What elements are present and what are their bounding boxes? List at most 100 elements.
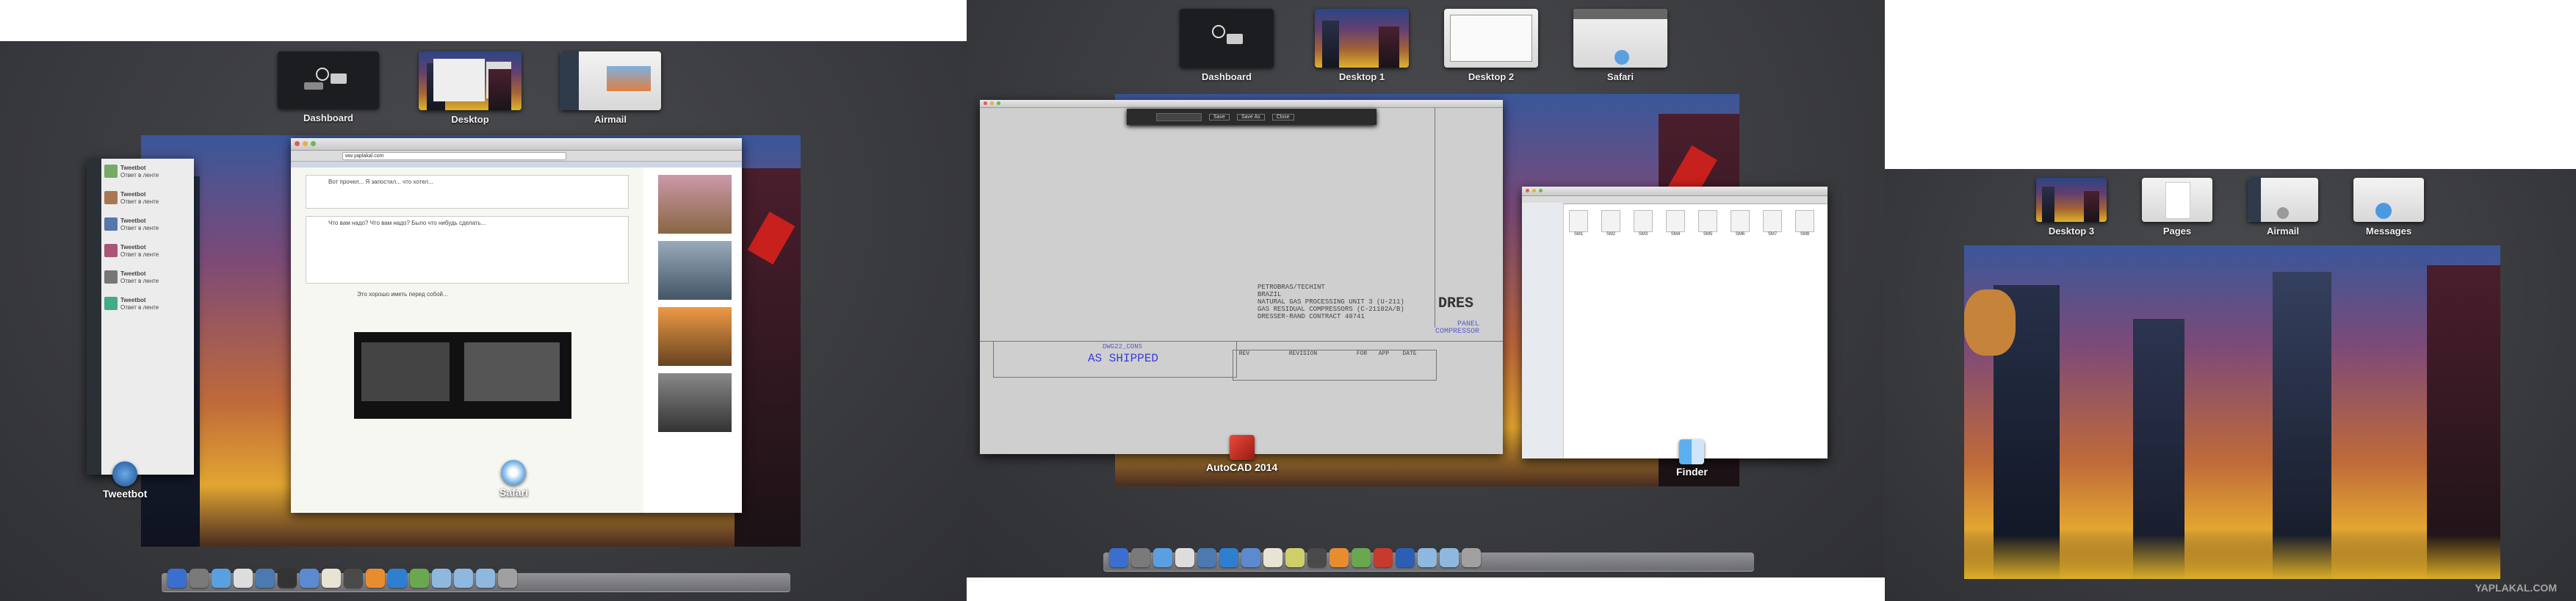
safari-window[interactable]: ww.yaplakal.com Вот прочел... Я запостил… bbox=[291, 138, 742, 513]
desktop-3-thumbnail bbox=[2036, 178, 2107, 222]
launchpad-icon[interactable] bbox=[1131, 548, 1150, 567]
shipped-box: DWG22_CONS AS SHIPPED bbox=[993, 341, 1237, 378]
desktop-wallpaper bbox=[1964, 245, 2500, 579]
space-dashboard[interactable]: Dashboard bbox=[1180, 9, 1274, 82]
folder-icon[interactable] bbox=[1418, 548, 1437, 567]
skype-icon[interactable] bbox=[1219, 548, 1238, 567]
window-label-text: Tweetbot bbox=[103, 488, 148, 500]
tweet-item[interactable]: Tweetbot Ответ в ленте bbox=[104, 270, 191, 285]
app-store-icon[interactable] bbox=[212, 569, 231, 588]
space-messages[interactable]: Messages bbox=[2353, 178, 2424, 237]
tweet-item[interactable]: Tweetbot Ответ в ленте bbox=[104, 297, 191, 312]
utorrent-icon[interactable] bbox=[410, 569, 429, 588]
finder-icon[interactable] bbox=[167, 569, 187, 588]
space-airmail[interactable]: Airmail bbox=[560, 51, 661, 125]
space-airmail[interactable]: Airmail bbox=[2248, 178, 2318, 237]
tweet-item[interactable]: Tweetbot Ответ в ленте bbox=[104, 217, 191, 232]
mail-icon[interactable] bbox=[1241, 548, 1260, 567]
finder-window[interactable]: SM1 SM2 SM3 SM4 SM5 SM6 SM7 SM8 bbox=[1522, 187, 1828, 458]
vlc-icon[interactable] bbox=[1330, 548, 1349, 567]
lightroom-icon[interactable] bbox=[344, 569, 363, 588]
notes-icon[interactable] bbox=[1285, 548, 1305, 567]
space-dashboard[interactable]: Dashboard bbox=[278, 51, 379, 123]
window-label-safari: Safari bbox=[499, 460, 528, 498]
app-store-icon[interactable] bbox=[1153, 548, 1172, 567]
document-icon bbox=[1634, 210, 1653, 232]
window-controls[interactable] bbox=[295, 141, 316, 146]
space-desktop-3[interactable]: Desktop 3 bbox=[2036, 178, 2107, 237]
space-safari[interactable]: Safari bbox=[1573, 9, 1667, 82]
autocad-window[interactable]: Save Save As Close DRES PANEL COMPRESSOR… bbox=[980, 100, 1503, 454]
file-item[interactable]: SM2 bbox=[1601, 210, 1620, 237]
calendar-icon[interactable] bbox=[1175, 548, 1194, 567]
folder-icon[interactable] bbox=[476, 569, 495, 588]
tweet-text: Ответ в ленте bbox=[120, 251, 159, 258]
airmail-thumbnail bbox=[560, 51, 661, 110]
tweet-item[interactable]: Tweetbot Ответ в ленте bbox=[104, 191, 191, 206]
space-pages[interactable]: Pages bbox=[2142, 178, 2212, 237]
tweet-text: Ответ в ленте bbox=[120, 225, 159, 231]
lightroom-icon[interactable] bbox=[1307, 548, 1327, 567]
trash-icon[interactable] bbox=[498, 569, 517, 588]
folder-icon[interactable] bbox=[432, 569, 451, 588]
file-item[interactable]: SM6 bbox=[1731, 210, 1750, 237]
settings-icon[interactable] bbox=[278, 569, 297, 588]
trash-icon[interactable] bbox=[1462, 548, 1481, 567]
desktop-2-thumbnail bbox=[1444, 9, 1538, 68]
file-item[interactable]: SM7 bbox=[1763, 210, 1782, 237]
file-item[interactable]: SM5 bbox=[1698, 210, 1717, 237]
space-label: Desktop bbox=[451, 114, 489, 125]
sidebar-image bbox=[658, 241, 732, 300]
file-item[interactable]: SM4 bbox=[1666, 210, 1685, 237]
vlc-icon[interactable] bbox=[366, 569, 385, 588]
file-name: SM2 bbox=[1606, 232, 1616, 237]
safari-dock-icon[interactable] bbox=[1197, 548, 1216, 567]
skype-icon[interactable] bbox=[388, 569, 407, 588]
folder-icon[interactable] bbox=[454, 569, 473, 588]
mission-control-panel-2: Dashboard Desktop 1 Desktop 2 Safari Sav… bbox=[967, 0, 1885, 577]
tweet-author: Tweetbot bbox=[120, 244, 146, 251]
file-name: SM5 bbox=[1703, 232, 1713, 237]
safari-space-thumbnail bbox=[1573, 9, 1667, 68]
document-icon bbox=[1795, 210, 1814, 232]
file-name: SM6 bbox=[1735, 232, 1745, 237]
document-icon bbox=[1763, 210, 1782, 232]
calendar-icon[interactable] bbox=[234, 569, 253, 588]
autocad-dock-icon[interactable] bbox=[1374, 548, 1393, 567]
mission-control-panel-3: Desktop 3 Pages Airmail Messages YAPLAKA… bbox=[1885, 169, 2576, 601]
address-bar[interactable]: ww.yaplakal.com bbox=[342, 151, 566, 160]
file-item[interactable]: SM3 bbox=[1634, 210, 1653, 237]
drawing-area[interactable]: DRES PANEL COMPRESSOR PETROBRAS/TECHINT … bbox=[980, 107, 1503, 454]
tweet-text: Ответ в ленте bbox=[120, 278, 159, 284]
folder-icon[interactable] bbox=[1440, 548, 1459, 567]
space-label: Dashboard bbox=[1202, 71, 1252, 82]
safari-dock-icon[interactable] bbox=[256, 569, 275, 588]
tweet-item[interactable]: Tweetbot Ответ в ленте bbox=[104, 244, 191, 259]
file-name: SM4 bbox=[1670, 232, 1681, 237]
contacts-icon[interactable] bbox=[322, 569, 341, 588]
as-shipped-label: AS SHIPPED bbox=[1088, 352, 1159, 365]
tweet-item[interactable]: Tweetbot Ответ в ленте bbox=[104, 165, 191, 179]
note-line: DRESSER-RAND CONTRACT 40741 bbox=[1258, 313, 1365, 320]
word-icon[interactable] bbox=[1396, 548, 1415, 567]
page-content: Вот прочел... Я запостил... что хотел...… bbox=[291, 168, 643, 513]
file-item[interactable]: SM8 bbox=[1795, 210, 1814, 237]
file-item[interactable]: SM1 bbox=[1569, 210, 1588, 237]
tweetbot-window[interactable]: Tweetbot Ответ в ленте Tweetbot Ответ в ле… bbox=[87, 159, 194, 475]
space-desktop[interactable]: Desktop bbox=[419, 51, 522, 125]
space-desktop-1[interactable]: Desktop 1 bbox=[1315, 9, 1409, 82]
sidebar-image bbox=[658, 373, 732, 432]
finder-toolbar bbox=[1522, 196, 1828, 204]
contacts-icon[interactable] bbox=[1263, 548, 1282, 567]
avatar bbox=[104, 165, 118, 178]
mail-icon[interactable] bbox=[300, 569, 319, 588]
note-line: NATURAL GAS PROCESSING UNIT 3 (U-211) bbox=[1258, 298, 1404, 306]
launchpad-icon[interactable] bbox=[190, 569, 209, 588]
file-name: SM1 bbox=[1573, 232, 1584, 237]
finder-icon[interactable] bbox=[1109, 548, 1128, 567]
comment-block: Вот прочел... Я запостил... что хотел... bbox=[306, 175, 629, 209]
file-name: SM3 bbox=[1638, 232, 1648, 237]
space-desktop-2[interactable]: Desktop 2 bbox=[1444, 9, 1538, 82]
utorrent-icon[interactable] bbox=[1352, 548, 1371, 567]
avatar bbox=[104, 297, 118, 310]
